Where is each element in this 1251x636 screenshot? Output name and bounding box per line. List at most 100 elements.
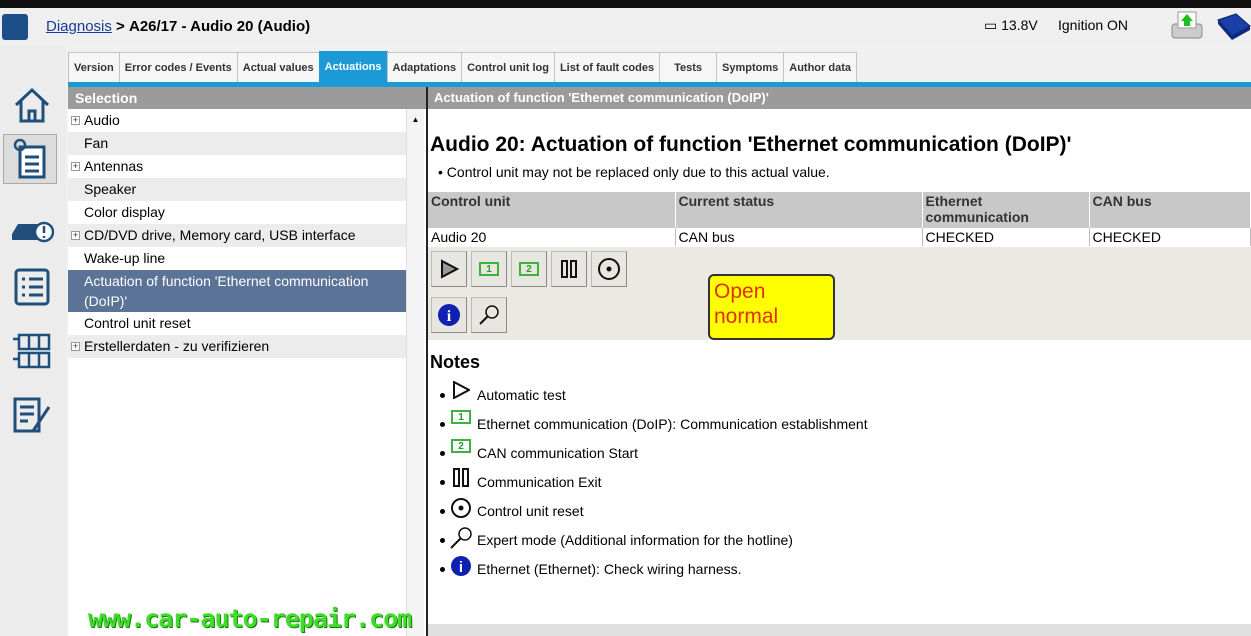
tab-version[interactable]: Version <box>68 52 120 82</box>
step-2-icon: 2 <box>449 439 473 461</box>
voltage-value: 13.8V <box>1001 17 1038 33</box>
selection-item-label: Audio <box>84 112 120 128</box>
bullet <box>440 422 445 427</box>
battery-icon: ▭ <box>984 17 998 33</box>
expand-icon[interactable]: + <box>71 116 80 125</box>
note-text: Automatic test <box>477 387 566 403</box>
scroll-up-icon[interactable]: ▲ <box>407 109 424 124</box>
tab-error-codes[interactable]: Error codes / Events <box>118 52 238 82</box>
detail-note-text: Control unit may not be replaced only du… <box>446 164 830 180</box>
step-1-icon: 1 <box>449 410 473 432</box>
selection-item-label: Color display <box>84 204 165 220</box>
print-icon[interactable] <box>1170 10 1204 42</box>
col-ethernet: Ethernet communication <box>922 192 1090 228</box>
expand-icon[interactable]: + <box>71 231 80 240</box>
selection-item-label: Fan <box>84 135 109 151</box>
note-item: Expert mode (Additional information for … <box>440 526 793 549</box>
selection-item[interactable]: Fan <box>68 132 406 155</box>
vertical-scrollbar[interactable]: ▲ <box>406 109 424 636</box>
reset-icon <box>449 497 473 519</box>
selection-pane: + Audio Fan + Antennas Speaker Color display + C… <box>68 109 426 636</box>
step-2-button[interactable]: 2 <box>511 251 547 287</box>
status-table: Control unit Current status Ethernet com… <box>428 192 1251 246</box>
tab-bar: Version Error codes / Events Actual valu… <box>68 51 857 82</box>
info-button[interactable]: i <box>431 297 467 333</box>
cell: CHECKED <box>922 228 1090 246</box>
manual-book-icon[interactable] <box>1216 12 1251 42</box>
info-icon: i <box>449 555 473 577</box>
info-icon: i <box>438 304 460 326</box>
step-1-button[interactable]: 1 <box>471 251 507 287</box>
note-item: 2 CAN communication Start <box>440 439 638 461</box>
selection-item[interactable]: Control unit reset <box>68 312 406 335</box>
selection-item[interactable]: + Erstellerdaten - zu verifizieren <box>68 335 406 358</box>
selection-item[interactable]: Actuation of function 'Ethernet communic… <box>68 270 406 312</box>
breadcrumb-diagnosis-link[interactable]: Diagnosis <box>46 18 112 35</box>
tab-symptoms[interactable]: Symptoms <box>716 52 785 82</box>
note-text: Control unit reset <box>477 503 584 519</box>
selection-item-label: Actuation of function 'Ethernet communic… <box>84 273 369 309</box>
detail-header: Actuation of function 'Ethernet communic… <box>428 87 1251 109</box>
pause-button[interactable] <box>551 251 587 287</box>
service-doc-icon[interactable] <box>8 390 56 440</box>
selection-item-label: Control unit reset <box>84 315 191 331</box>
selection-item[interactable]: Wake-up line <box>68 247 406 270</box>
cell: CHECKED <box>1089 228 1251 246</box>
vehicle-icon[interactable] <box>2 14 28 40</box>
selection-item-label: Wake-up line <box>84 250 166 266</box>
play-icon <box>449 381 473 403</box>
selection-header: Selection <box>68 87 426 109</box>
col-can-bus: CAN bus <box>1089 192 1251 228</box>
tab-control-unit-log[interactable]: Control unit log <box>461 52 555 82</box>
play-icon <box>441 259 459 279</box>
note-item: Communication Exit <box>440 468 602 490</box>
breadcrumb-current: A26/17 - Audio 20 (Audio) <box>128 18 311 35</box>
tab-list-of-fault-codes[interactable]: List of fault codes <box>553 52 661 82</box>
tab-tests[interactable]: Tests <box>659 52 717 82</box>
bullet <box>440 480 445 485</box>
bullet <box>440 393 445 398</box>
diagnosis-icon[interactable] <box>3 134 57 184</box>
expand-icon[interactable]: + <box>71 342 80 351</box>
step-2-icon: 2 <box>519 262 539 276</box>
table-row: Audio 20 CAN bus CHECKED CHECKED <box>428 228 1251 246</box>
tab-adaptations[interactable]: Adaptations <box>386 52 463 82</box>
detail-note: • Control unit may not be replaced only … <box>438 164 830 180</box>
vehicle-warning-icon[interactable] <box>8 204 56 254</box>
tab-author-data[interactable]: Author data <box>783 52 857 82</box>
note-item: 1 Ethernet communication (DoIP): Communic… <box>440 410 868 432</box>
pause-icon <box>561 260 577 278</box>
expand-icon[interactable]: + <box>71 162 80 171</box>
control-units-icon[interactable] <box>8 326 56 376</box>
selection-list: + Audio Fan + Antennas Speaker Color display + C… <box>68 109 406 358</box>
play-button[interactable] <box>431 251 467 287</box>
bullet <box>440 538 445 543</box>
selection-item[interactable]: Speaker <box>68 178 406 201</box>
pause-icon <box>449 468 473 490</box>
note-text: Ethernet (Ethernet): Check wiring harnes… <box>477 561 742 577</box>
tab-actual-values[interactable]: Actual values <box>236 52 320 82</box>
breadcrumb-sep: > <box>116 18 125 35</box>
list-icon[interactable] <box>8 262 56 312</box>
selection-item[interactable]: + CD/DVD drive, Memory card, USB interfac… <box>68 224 406 247</box>
watermark: www.car-auto-repair.com <box>88 604 412 633</box>
step-1-icon: 1 <box>479 262 499 276</box>
horizontal-scrollbar[interactable] <box>428 624 1251 636</box>
detail-pane: Audio 20: Actuation of function 'Etherne… <box>428 109 1251 636</box>
selection-item[interactable]: + Audio <box>68 109 406 132</box>
selection-item-label: Erstellerdaten - zu verifizieren <box>84 338 270 354</box>
selection-item[interactable]: Color display <box>68 201 406 224</box>
bullet <box>440 509 445 514</box>
note-text: Expert mode (Additional information for … <box>477 532 793 548</box>
expert-mode-button[interactable] <box>471 297 507 333</box>
detail-title: Audio 20: Actuation of function 'Etherne… <box>430 133 1072 156</box>
cell: CAN bus <box>675 228 923 246</box>
col-current-status: Current status <box>675 192 923 228</box>
reset-button[interactable] <box>591 251 627 287</box>
tab-actuations[interactable]: Actuations <box>318 51 388 82</box>
selection-item[interactable]: + Antennas <box>68 155 406 178</box>
col-control-unit: Control unit <box>428 192 676 228</box>
actuation-toolbar: 1 2 i Open normal <box>428 247 1251 340</box>
home-icon[interactable] <box>8 80 56 130</box>
notes-heading: Notes <box>430 352 481 372</box>
